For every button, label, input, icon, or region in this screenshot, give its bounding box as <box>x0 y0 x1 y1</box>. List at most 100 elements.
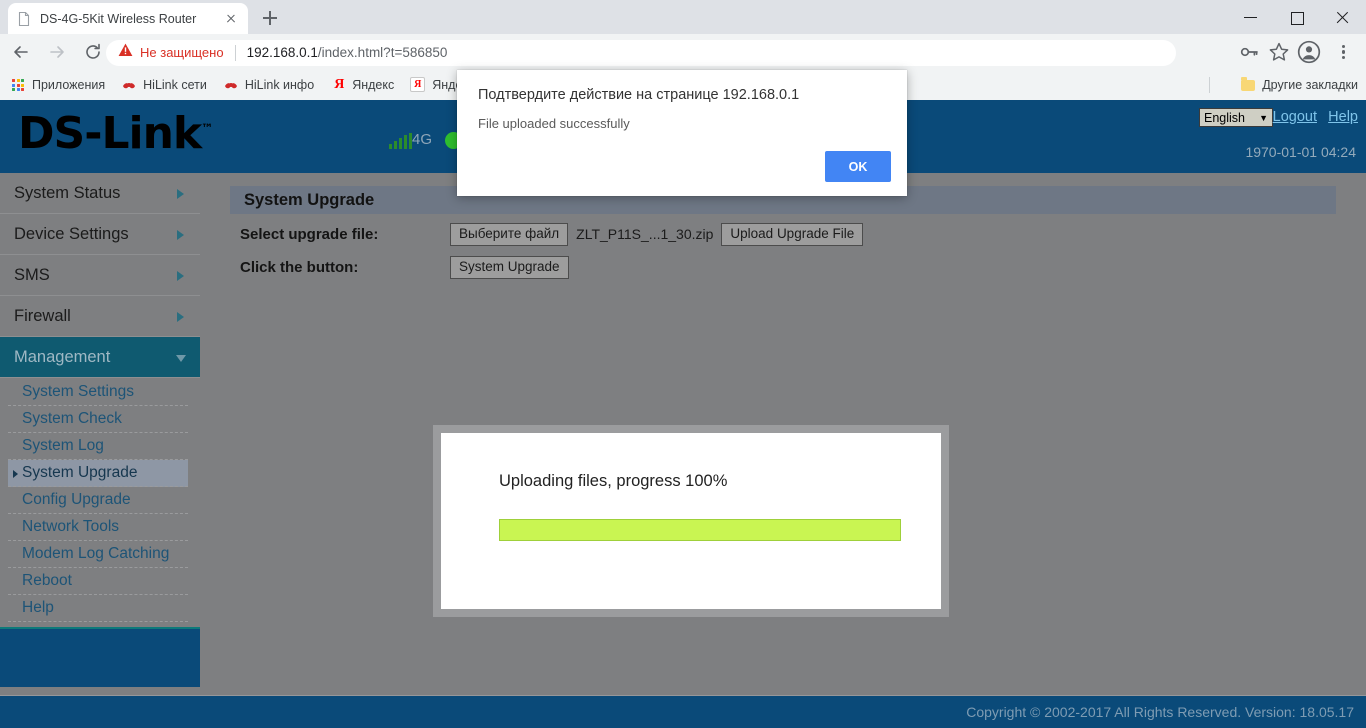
warning-triangle-icon <box>118 43 133 62</box>
sidebar: System Status Device Settings SMS Firewa… <box>0 173 200 728</box>
device-datetime: 1970-01-01 04:24 <box>1245 144 1356 160</box>
yandex-box-icon: Я <box>410 77 426 93</box>
upload-progress-text: Uploading files, progress 100% <box>499 472 728 490</box>
logout-link[interactable]: Logout <box>1273 109 1317 125</box>
language-value: English <box>1204 110 1245 125</box>
bookmark-hilink-info[interactable]: HiLink инфо <box>223 77 314 93</box>
network-type-label: 4G <box>412 131 433 148</box>
close-icon[interactable] <box>1320 0 1366 34</box>
chevron-right-icon <box>177 312 184 322</box>
folder-icon <box>1241 77 1256 91</box>
upload-progress-modal-body: Uploading files, progress 100% <box>441 433 941 609</box>
tab-strip: DS-4G-5Kit Wireless Router <box>0 0 1366 34</box>
bookmark-label: HiLink сети <box>143 78 207 92</box>
sidebar-subitem-label: Network Tools <box>22 518 120 535</box>
upload-progress-modal: Uploading files, progress 100% <box>433 425 949 617</box>
click-button-row: Click the button: System Upgrade <box>240 256 569 279</box>
sidebar-subitem-label: System Upgrade <box>22 464 138 481</box>
sidebar-subitem-label: Help <box>22 599 54 616</box>
chevron-down-icon <box>176 355 186 362</box>
other-bookmarks-label: Другие закладки <box>1262 78 1358 92</box>
bookmark-label: HiLink инфо <box>244 78 315 92</box>
sidebar-item-firewall[interactable]: Firewall <box>0 296 200 337</box>
language-select[interactable]: English ▼ <box>1199 108 1273 127</box>
page-icon <box>16 11 32 27</box>
url-text: 192.168.0.1/index.html?t=586850 <box>247 45 448 60</box>
logo-text: DS-Link <box>18 108 202 159</box>
selected-filename: ZLT_P11S_...1_30.zip <box>576 226 714 243</box>
bookmark-yandex[interactable]: Я Яндекс <box>330 77 394 93</box>
url-host: 192.168.0.1 <box>246 45 318 60</box>
management-submenu: System Settings System Check System Log … <box>0 378 200 622</box>
sidebar-subitem-label: System Log <box>22 437 104 454</box>
new-tab-button[interactable] <box>256 4 284 32</box>
restore-icon[interactable] <box>1274 0 1320 34</box>
hilink-icon <box>121 77 137 93</box>
window-controls <box>1228 0 1366 34</box>
url-path: /index.html?t=586850 <box>317 45 448 60</box>
tab-title: DS-4G-5Kit Wireless Router <box>40 11 197 26</box>
omnibox-action-icons <box>1234 37 1294 67</box>
system-upgrade-button[interactable]: System Upgrade <box>450 256 569 279</box>
trademark-symbol: ™ <box>201 121 213 136</box>
sidebar-subitem-system-check[interactable]: System Check <box>8 406 188 433</box>
choose-file-button[interactable]: Выберите файл <box>450 223 569 246</box>
yandex-y-icon: Я <box>334 77 345 92</box>
sidebar-subitem-system-settings[interactable]: System Settings <box>8 379 188 406</box>
sidebar-subitem-system-log[interactable]: System Log <box>8 433 188 460</box>
chevron-right-icon <box>177 189 184 199</box>
alert-message: File uploaded successfully <box>478 116 630 131</box>
bookmark-yandex-2[interactable]: Я Янде <box>410 77 462 93</box>
sidebar-subitem-config-upgrade[interactable]: Config Upgrade <box>8 487 188 514</box>
bookmark-label: Приложения <box>32 78 106 92</box>
select-file-label: Select upgrade file: <box>240 225 379 243</box>
sidebar-item-sms[interactable]: SMS <box>0 255 200 296</box>
sidebar-subitem-label: Config Upgrade <box>22 491 131 508</box>
apps-grid-icon <box>10 77 26 93</box>
sidebar-subitem-modem-log-catching[interactable]: Modem Log Catching <box>8 541 188 568</box>
three-dot-menu-icon[interactable] <box>1328 37 1358 67</box>
sidebar-subitem-reboot[interactable]: Reboot <box>8 568 188 595</box>
sidebar-footer-block <box>0 627 200 687</box>
back-arrow-icon[interactable] <box>6 37 36 67</box>
upload-upgrade-file-button[interactable]: Upload Upgrade File <box>721 223 864 246</box>
copyright-text: Copyright © 2002-2017 All Rights Reserve… <box>966 704 1354 720</box>
sidebar-subitem-label: Reboot <box>22 572 72 589</box>
alert-title: Подтвердите действие на странице 192.168… <box>478 87 800 103</box>
sidebar-subitem-help[interactable]: Help <box>8 595 188 622</box>
bookmark-apps[interactable]: Приложения <box>10 77 105 93</box>
sidebar-item-label: System Status <box>14 183 121 202</box>
click-button-label: Click the button: <box>240 258 359 276</box>
sidebar-subitem-network-tools[interactable]: Network Tools <box>8 514 188 541</box>
sidebar-item-system-status[interactable]: System Status <box>0 173 200 214</box>
sidebar-subitem-system-upgrade[interactable]: System Upgrade <box>8 460 188 487</box>
sidebar-item-label: Device Settings <box>14 224 129 243</box>
key-icon[interactable] <box>1234 37 1264 67</box>
other-bookmarks-button[interactable]: Другие закладки <box>1241 77 1358 92</box>
minimize-icon[interactable] <box>1228 0 1274 34</box>
sidebar-item-management[interactable]: Management <box>0 337 200 378</box>
sidebar-subitem-label: Modem Log Catching <box>22 545 170 562</box>
browser-tab[interactable]: DS-4G-5Kit Wireless Router <box>8 3 248 34</box>
signal-bars-icon <box>389 133 414 149</box>
javascript-alert-dialog: Подтвердите действие на странице 192.168… <box>457 70 907 196</box>
omnibox-divider <box>234 44 236 61</box>
hilink-icon <box>223 77 239 93</box>
profile-avatar-icon[interactable] <box>1294 37 1324 67</box>
upload-progress-bar <box>499 519 901 541</box>
ds-link-logo: DS-Link™ <box>18 108 213 159</box>
reload-icon[interactable] <box>78 37 108 67</box>
security-status-label: Не защищено <box>140 45 224 60</box>
star-icon[interactable] <box>1264 37 1294 67</box>
select-file-row: Select upgrade file: Выберите файл ZLT_P… <box>240 223 864 246</box>
tab-close-icon[interactable] <box>222 10 240 28</box>
forward-arrow-icon[interactable] <box>42 37 72 67</box>
page-footer: Copyright © 2002-2017 All Rights Reserve… <box>0 695 1366 728</box>
address-bar[interactable]: Не защищено 192.168.0.1/index.html?t=586… <box>106 39 1176 66</box>
bookmark-hilink-networks[interactable]: HiLink сети <box>121 77 207 93</box>
alert-ok-button[interactable]: OK <box>825 151 891 182</box>
bookmarks-divider <box>1209 77 1210 93</box>
sidebar-item-device-settings[interactable]: Device Settings <box>0 214 200 255</box>
help-link[interactable]: Help <box>1328 109 1358 125</box>
sidebar-item-label: Management <box>14 347 111 366</box>
